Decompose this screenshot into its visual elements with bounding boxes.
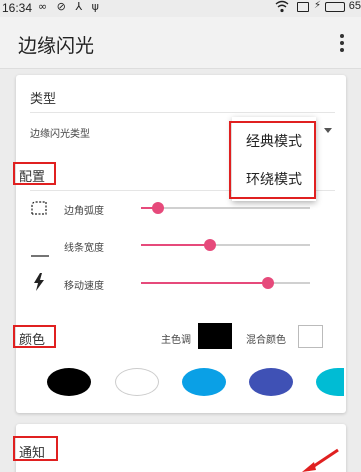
annotation-arrow-icon <box>302 448 339 472</box>
notification-card <box>16 424 346 472</box>
corner-radius-icon <box>31 200 47 219</box>
line-width-slider[interactable] <box>141 239 310 251</box>
mixed-color-swatch[interactable] <box>298 325 323 348</box>
app-bar: 边缘闪光 <box>0 17 361 69</box>
palette-color-blue[interactable] <box>182 368 226 396</box>
sim-card-icon <box>297 2 309 12</box>
setting-label: 移动速度 <box>64 281 104 292</box>
palette-color-indigo[interactable] <box>249 368 293 396</box>
line-width-icon <box>31 243 49 262</box>
slider-fill <box>141 244 211 246</box>
type-section-title: 类型 <box>30 92 57 107</box>
corner-radius-slider[interactable] <box>141 202 310 214</box>
more-vert-icon[interactable] <box>339 33 345 53</box>
primary-color-label: 主色调 <box>161 335 191 346</box>
bolt-icon <box>33 273 45 295</box>
setting-label: 线条宽度 <box>64 243 104 254</box>
slider-fill <box>141 282 268 284</box>
dropdown-arrow-icon[interactable] <box>320 126 338 136</box>
annotation-box-color <box>13 325 56 348</box>
wifi-icon <box>275 0 289 14</box>
palette-color-black[interactable] <box>47 368 91 396</box>
type-label: 边缘闪光类型 <box>30 129 90 140</box>
annotation-box-notification <box>13 436 58 461</box>
slider-thumb[interactable] <box>261 277 274 289</box>
battery-percent: 65 <box>348 0 361 12</box>
primary-color-swatch[interactable] <box>198 323 232 349</box>
movement-speed-slider[interactable] <box>141 277 310 289</box>
setting-label: 边角弧度 <box>64 206 104 217</box>
palette-color-white[interactable] <box>115 368 159 396</box>
annotation-box-menu <box>229 121 316 199</box>
status-bar: 16:34 ∞ ⊘ ⅄ ψ ⚡ 65 <box>0 0 361 17</box>
page-title: 边缘闪光 <box>18 35 95 57</box>
battery-icon <box>325 2 345 12</box>
status-notification-icons: ∞ ⊘ ⅄ ψ <box>38 0 102 13</box>
slider-thumb[interactable] <box>151 202 164 214</box>
divider <box>30 112 335 113</box>
mixed-color-label: 混合颜色 <box>246 335 286 346</box>
status-time: 16:34 <box>2 1 33 15</box>
annotation-box-config <box>13 162 56 185</box>
charging-icon: ⚡ <box>313 0 321 11</box>
